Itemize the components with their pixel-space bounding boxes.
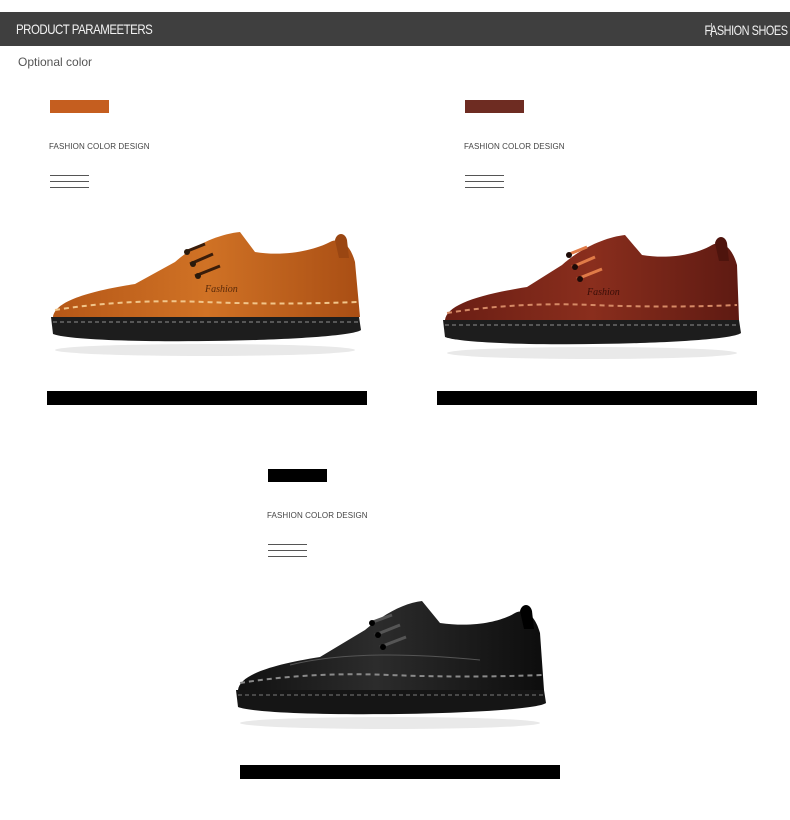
menu-lines-icon <box>268 544 307 560</box>
svg-text:Fashion: Fashion <box>204 284 238 295</box>
page-title: PRODUCT PARAMEETERS <box>16 21 153 37</box>
product-name-bar <box>47 391 367 405</box>
color-swatch-dark-brown[interactable] <box>465 100 524 113</box>
product-name-bar <box>240 765 560 779</box>
color-swatch-brown[interactable] <box>50 100 109 113</box>
svg-text:Fashion: Fashion <box>586 287 620 298</box>
optional-color-label: Optional color <box>18 55 93 69</box>
design-label: FASHION COLOR DESIGN <box>49 142 150 151</box>
header-brand-label: FASHION SHOES <box>704 22 789 38</box>
menu-lines-icon <box>50 175 89 191</box>
menu-lines-icon <box>465 175 504 191</box>
design-label: FASHION COLOR DESIGN <box>464 142 565 151</box>
shoe-image-brown[interactable]: Fashion <box>45 222 365 362</box>
shoe-image-black[interactable] <box>230 595 550 735</box>
header-bar: PRODUCT PARAMEETERS FASHION SHOES <box>0 12 790 46</box>
color-swatch-black[interactable] <box>268 469 327 482</box>
design-label: FASHION COLOR DESIGN <box>267 511 368 520</box>
shoe-image-dark-brown[interactable]: Fashion <box>437 225 747 365</box>
product-name-bar <box>437 391 757 405</box>
